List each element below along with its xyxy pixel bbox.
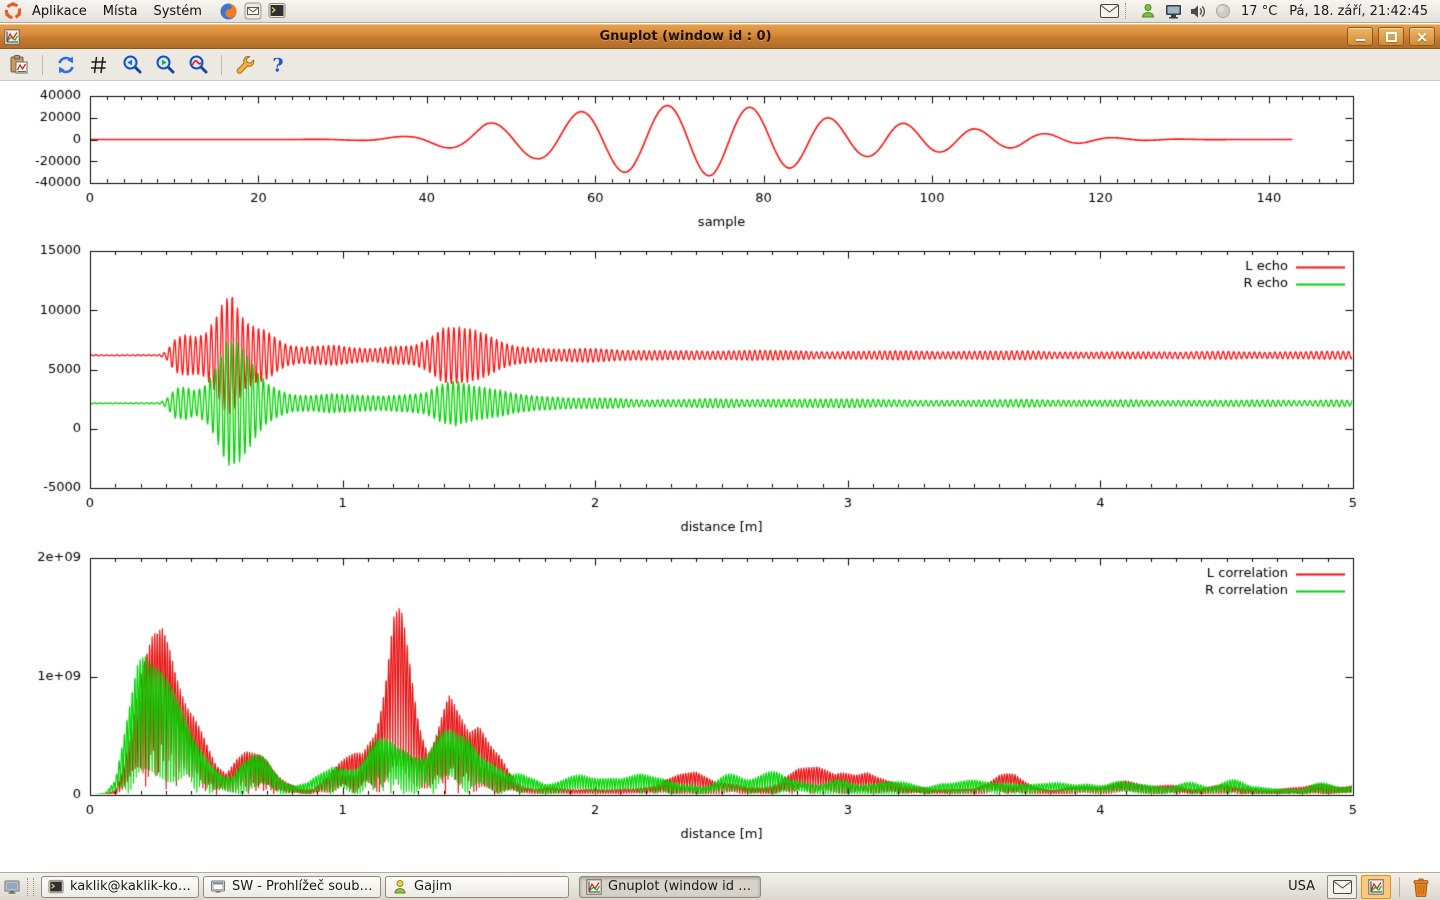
taskbar-window-button[interactable]: Gajim xyxy=(385,876,569,898)
zoom-next-button[interactable] xyxy=(152,52,178,78)
zoom-previous-button[interactable] xyxy=(119,52,145,78)
mail-tray-icon xyxy=(1100,4,1119,18)
maximize-button[interactable] xyxy=(1378,27,1404,46)
window-title: Gnuplot (window id : 0) xyxy=(24,29,1347,44)
taskbar-window-button[interactable]: SW - Prohlížeč souborů xyxy=(203,876,381,898)
taskbar-window-button[interactable]: Gnuplot (window id : 0) xyxy=(579,876,761,898)
mail-launcher-launcher-button[interactable] xyxy=(242,0,264,22)
mail-tray-tray-button[interactable] xyxy=(1098,0,1120,22)
clock-applet[interactable]: Pá, 18. září, 21:42:45 xyxy=(1284,4,1436,19)
refresh-icon xyxy=(55,54,77,76)
menu-system[interactable]: Systém xyxy=(145,4,209,19)
file-manager-icon xyxy=(210,879,226,895)
taskbar: kaklik@kaklik-kolej-u... SW - Prohlížeč s… xyxy=(0,872,1440,900)
settings-button[interactable] xyxy=(232,52,258,78)
mail-launcher-icon xyxy=(244,2,262,20)
gnuplot-plot-area[interactable] xyxy=(0,82,1440,872)
user-switcher-tray-button[interactable] xyxy=(1137,0,1159,22)
window-list-handle[interactable] xyxy=(27,878,34,896)
desktop: { "panel": { "menus": ["Aplikace", "Míst… xyxy=(0,0,1440,900)
copy-plot-icon xyxy=(8,54,30,76)
user-switcher-icon xyxy=(1140,3,1156,19)
ubuntu-logo-icon[interactable] xyxy=(4,0,22,22)
refresh-button[interactable] xyxy=(53,52,79,78)
terminal-launcher-launcher-button[interactable] xyxy=(266,0,288,22)
copy-plot-button[interactable] xyxy=(6,52,32,78)
settings-icon xyxy=(234,54,256,76)
gnuplot-window-icon xyxy=(4,28,24,46)
remote-desktop-tray-button[interactable] xyxy=(1162,0,1184,22)
minimize-button[interactable] xyxy=(1347,27,1373,46)
unzoom-button[interactable] xyxy=(185,52,211,78)
taskbar-window-button[interactable]: kaklik@kaklik-kolej-u... xyxy=(41,876,199,898)
toolbar-separator xyxy=(42,55,43,75)
taskbar-window-label: kaklik@kaklik-kolej-u... xyxy=(70,879,192,894)
trash-applet[interactable] xyxy=(1408,875,1434,899)
help-button[interactable]: ? xyxy=(265,52,291,78)
terminal-icon xyxy=(48,879,64,895)
firefox-launcher-button[interactable] xyxy=(218,0,240,22)
taskbar-window-label: SW - Prohlížeč souborů xyxy=(232,879,374,894)
weather-icon xyxy=(1215,3,1231,19)
tray-separator xyxy=(1125,3,1132,19)
keyboard-layout-indicator[interactable]: USA xyxy=(1280,879,1323,894)
top-panel: AplikaceMístaSystém 17 °C Pá, 18. září, … xyxy=(0,0,1440,23)
window-titlebar[interactable]: Gnuplot (window id : 0) xyxy=(0,24,1440,49)
close-icon xyxy=(1416,27,1429,46)
taskbar-separator xyxy=(1399,877,1400,897)
help-icon: ? xyxy=(267,54,289,76)
weather-tray-button[interactable] xyxy=(1212,0,1234,22)
grid-icon xyxy=(88,54,110,76)
close-button[interactable] xyxy=(1409,27,1435,46)
gnuplot-icon xyxy=(586,879,602,895)
minimize-icon xyxy=(1356,39,1365,41)
weather-temperature[interactable]: 17 °C xyxy=(1236,4,1282,19)
terminal-launcher-icon xyxy=(268,2,286,20)
unzoom-icon xyxy=(187,54,209,76)
svg-text:?: ? xyxy=(272,54,283,76)
volume-icon xyxy=(1190,4,1207,19)
firefox-icon xyxy=(219,2,238,21)
menu-mista[interactable]: Místa xyxy=(95,4,146,19)
remote-desktop-icon xyxy=(1165,4,1182,19)
toolbar-separator xyxy=(221,55,222,75)
zoom-previous-icon xyxy=(121,54,143,76)
show-desktop-button[interactable] xyxy=(4,879,20,895)
menu-aplikace[interactable]: Aplikace xyxy=(24,4,95,19)
zoom-next-icon xyxy=(154,54,176,76)
gnuplot-tray-button[interactable] xyxy=(1361,875,1391,899)
taskbar-window-label: Gnuplot (window id : 0) xyxy=(608,879,754,894)
taskbar-window-label: Gajim xyxy=(414,879,452,894)
grid-button[interactable] xyxy=(86,52,112,78)
maximize-icon xyxy=(1386,32,1397,42)
volume-tray-button[interactable] xyxy=(1187,0,1209,22)
gajim-icon xyxy=(392,879,408,895)
mail-notification-button[interactable] xyxy=(1327,875,1357,899)
gnuplot-toolbar: ? xyxy=(0,49,1440,81)
